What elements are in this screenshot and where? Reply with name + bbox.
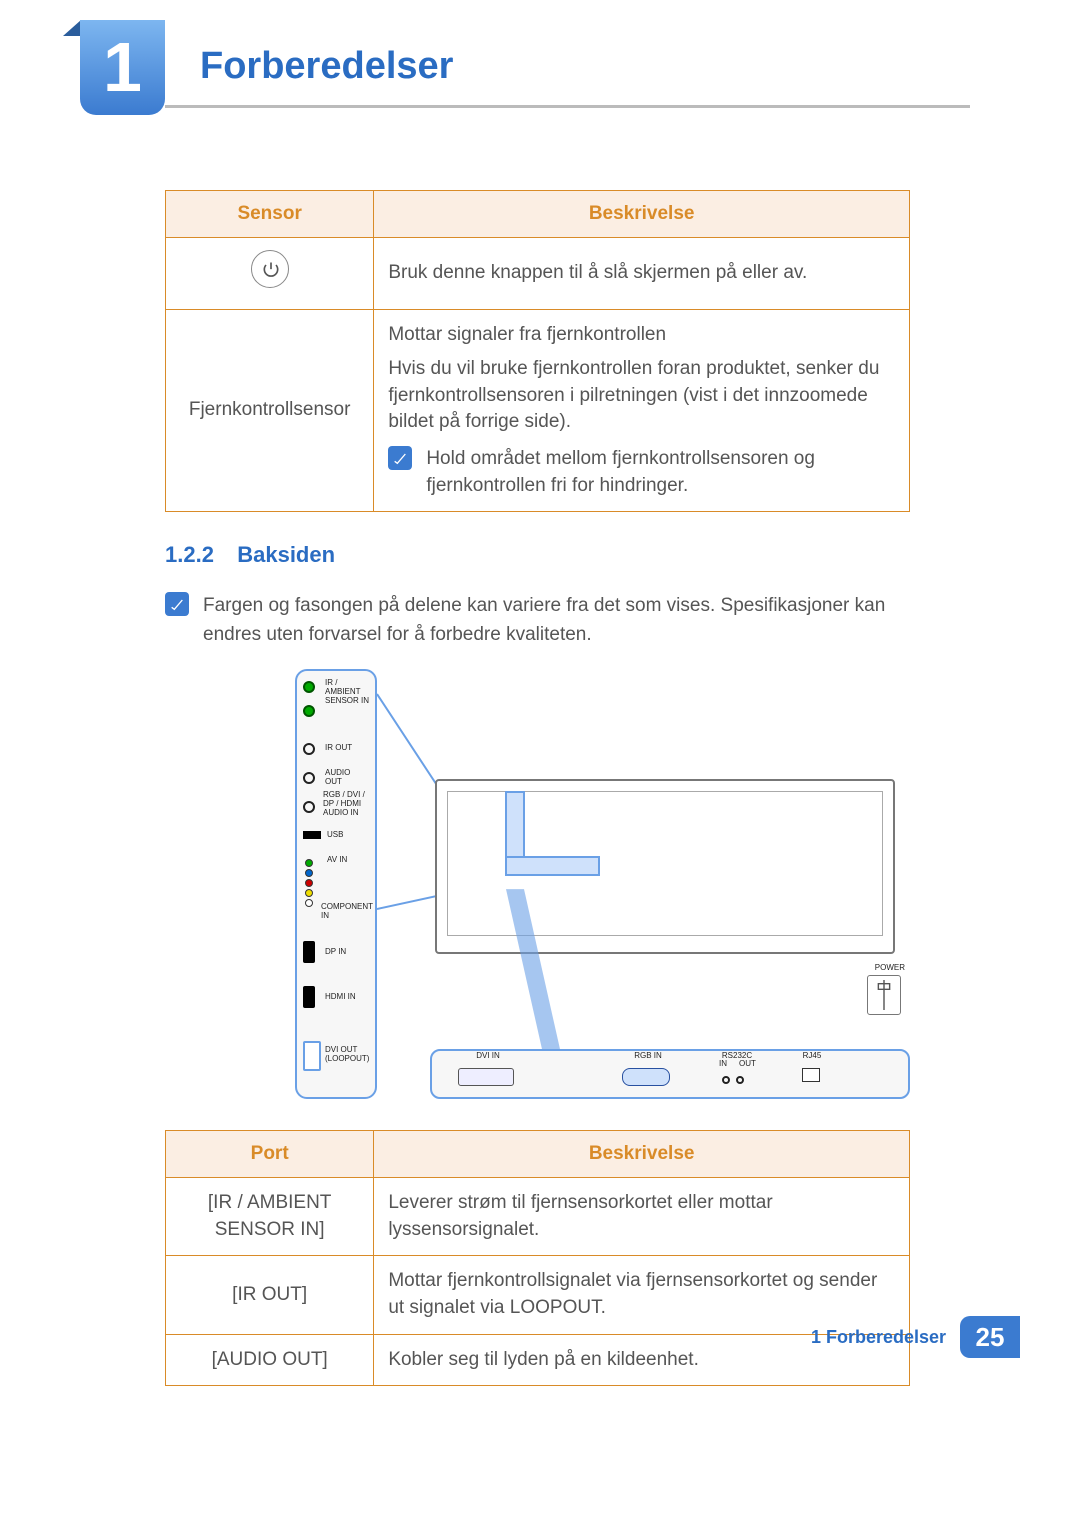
hdmi-in-port	[303, 986, 315, 1008]
label-audio-in: RGB / DVI / DP / HDMI AUDIO IN	[323, 791, 365, 817]
dvi-in-port	[458, 1068, 514, 1086]
ir-out-jack	[303, 743, 315, 755]
sensor-row2-note: Hold området mellom fjernkontrollsensore…	[426, 446, 895, 499]
component-av-cluster	[305, 859, 313, 907]
dvi-out-port	[303, 1041, 321, 1071]
dp-in-port	[303, 941, 315, 963]
rs232c-out-jack	[736, 1076, 744, 1084]
power-connector	[867, 975, 901, 1015]
port-row1-name: [IR / AMBIENT SENSOR IN]	[166, 1178, 374, 1256]
sensor-table-header-description: Beskrivelse	[374, 191, 910, 238]
side-port-panel: IR / AMBIENT SENSOR IN IR OUT AUDIO OUT …	[295, 669, 377, 1099]
footer-chapter-ref: 1 Forberedelser	[811, 1327, 946, 1348]
usb-port	[303, 831, 321, 839]
chapter-title: Forberedelser	[200, 45, 453, 88]
label-dp-in: DP IN	[325, 948, 346, 957]
ir-ambient-jack2	[303, 705, 315, 717]
port-table-header-port: Port	[166, 1131, 374, 1178]
label-ir-out: IR OUT	[325, 744, 352, 753]
label-rj45: RJ45	[792, 1051, 832, 1060]
label-av-in: AV IN	[327, 856, 347, 865]
label-power: POWER	[875, 963, 905, 972]
sensor-table-header-sensor: Sensor	[166, 191, 374, 238]
table-row: Fjernkontrollsensor Mottar signaler fra …	[166, 309, 910, 512]
section-title: Baksiden	[237, 542, 335, 567]
rj45-port	[802, 1068, 820, 1082]
note-icon	[165, 592, 189, 616]
power-icon	[251, 250, 289, 288]
port-row1-desc: Leverer strøm til fjernsensorkortet elle…	[374, 1178, 910, 1256]
section-number: 1.2.2	[165, 542, 214, 567]
audio-in-jack	[303, 801, 315, 813]
table-row: [IR / AMBIENT SENSOR IN] Leverer strøm t…	[166, 1178, 910, 1256]
rgb-in-port	[622, 1068, 670, 1086]
table-row: Bruk denne knappen til å slå skjermen på…	[166, 238, 910, 310]
port-table-header-description: Beskrivelse	[374, 1131, 910, 1178]
bottom-port-panel: DVI IN RGB IN RS232C IN OUT RJ45	[430, 1049, 910, 1099]
label-usb: USB	[327, 831, 343, 840]
label-dvi-in: DVI IN	[458, 1051, 518, 1060]
sensor-table: Sensor Beskrivelse Bruk denne knappen ti…	[165, 190, 910, 512]
sensor-row2-line1: Mottar signaler fra fjernkontrollen	[388, 322, 895, 349]
label-hdmi-in: HDMI IN	[325, 993, 356, 1002]
label-component-in: COMPONENT IN	[321, 903, 373, 921]
ir-ambient-jack	[303, 681, 315, 693]
footer-page-number: 25	[960, 1316, 1020, 1358]
audio-out-jack	[303, 772, 315, 784]
label-ir-ambient: IR / AMBIENT SENSOR IN	[325, 679, 369, 705]
chapter-number-badge: 1	[80, 20, 165, 115]
section-note: Fargen og fasongen på delene kan variere…	[203, 592, 910, 649]
callout-box	[505, 791, 600, 876]
page-footer: 1 Forberedelser 25	[0, 1316, 1080, 1386]
label-dvi-out: DVI OUT (LOOPOUT)	[325, 1046, 369, 1064]
rs232c-in-jack	[722, 1076, 730, 1084]
sensor-row2-label: Fjernkontrollsensor	[166, 309, 374, 512]
label-audio-out: AUDIO OUT	[325, 769, 350, 787]
back-panel-illustration: IR / AMBIENT SENSOR IN IR OUT AUDIO OUT …	[295, 669, 915, 1104]
monitor-outline	[435, 779, 895, 954]
label-rgb-in: RGB IN	[618, 1051, 678, 1060]
sensor-row2-line2: Hvis du vil bruke fjernkontrollen foran …	[388, 356, 895, 436]
sensor-row1-desc: Bruk denne knappen til å slå skjermen på…	[374, 238, 910, 310]
note-icon	[388, 446, 412, 470]
